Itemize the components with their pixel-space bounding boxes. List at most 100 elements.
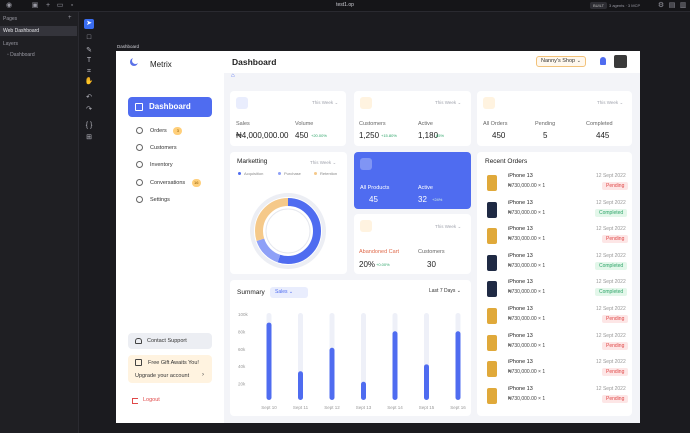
bar[interactable] — [392, 331, 398, 400]
period-select[interactable]: This Week ⌄ — [312, 100, 338, 106]
bar[interactable] — [455, 331, 461, 400]
order-row[interactable]: iPhone 13 ₦730,000.00 × 1 12 Sept 2022 Pend… — [477, 303, 634, 329]
sidebar: Metrix Dashboard Orders 3 Customers Inve… — [116, 51, 224, 423]
period-select[interactable]: This Week ⌄ — [435, 224, 461, 230]
order-row[interactable]: iPhone 13 ₦730,000.00 × 1 12 Sept 2022 Pend… — [477, 356, 634, 382]
completed-label: Completed — [586, 121, 613, 127]
active-label: Active — [418, 185, 433, 191]
upgrade-link[interactable]: Upgrade your account — [135, 373, 189, 379]
orders-count-badge: 3 — [173, 126, 183, 135]
frame-icon[interactable]: □ — [84, 33, 94, 43]
bar[interactable] — [298, 371, 303, 400]
grid-icon[interactable]: ⊞ — [84, 133, 94, 143]
phone-thumbnail — [487, 361, 497, 378]
order-product: iPhone 13 — [508, 252, 533, 259]
pen-icon[interactable]: ✎ — [84, 46, 94, 56]
sidebar-item-label: Settings — [150, 197, 170, 203]
plus-icon[interactable]: + — [68, 15, 72, 21]
sidebar-item-settings[interactable]: Settings — [136, 195, 170, 205]
crop-icon[interactable]: ⌗ — [84, 67, 94, 77]
cursor-icon[interactable]: ➤ — [84, 19, 94, 29]
bar[interactable] — [424, 364, 429, 400]
order-product: iPhone 13 — [508, 279, 533, 286]
sidebar-item-dashboard[interactable]: Dashboard — [128, 97, 212, 117]
logout-button[interactable]: Logout — [143, 397, 160, 403]
y-tick-label: 20k — [238, 382, 246, 387]
all-products-value: 45 — [369, 195, 378, 204]
bar[interactable] — [329, 347, 335, 400]
sidebar-item-label: Customers — [150, 145, 177, 151]
code-icon[interactable]: { } — [84, 121, 94, 131]
contact-support-label: Contact Support — [147, 338, 187, 344]
bar[interactable] — [266, 322, 272, 400]
order-row[interactable]: iPhone 13 ₦730,000.00 × 1 12 Sept 2022 Pend… — [477, 330, 634, 356]
brand-name: Metrix — [150, 60, 172, 69]
gift-icon — [135, 359, 142, 366]
phone-thumbnail — [487, 228, 497, 245]
sales-value: ₦4,000,000.00 — [236, 131, 289, 140]
hand-icon[interactable]: ✋ — [84, 77, 94, 87]
page-item[interactable]: Web Dashboard — [0, 26, 77, 36]
status-badge: Pending — [602, 368, 629, 377]
sidebar-item-orders[interactable]: Orders 3 — [136, 126, 183, 136]
layer-item[interactable]: ▫ Dashboard — [7, 52, 35, 58]
order-row[interactable]: iPhone 13 ₦730,000.00 × 1 12 Sept 2022 Comp… — [477, 197, 634, 223]
status-badge: Pending — [602, 341, 629, 350]
home-icon[interactable]: ⌂ — [231, 73, 235, 79]
period-select[interactable]: This Week ⌄ — [597, 100, 623, 106]
folder-icon — [136, 161, 143, 168]
x-tick-label: Sept 10 — [261, 405, 277, 410]
order-row[interactable]: iPhone 13 ₦730,000.00 × 1 12 Sept 2022 Comp… — [477, 276, 634, 302]
layout-icon[interactable]: ▤ — [668, 2, 676, 9]
phone-thumbnail — [487, 281, 497, 298]
order-price: ₦730,000.00 × 1 — [508, 209, 546, 216]
order-product: iPhone 13 — [508, 332, 533, 339]
sidebar-item-inventory[interactable]: Inventory — [136, 160, 173, 170]
abandoned-cart-value: 20% — [359, 260, 376, 269]
order-product: iPhone 13 — [508, 173, 533, 179]
users-icon — [136, 144, 143, 151]
order-row[interactable]: iPhone 13 ₦730,000.00 × 1 12 Sept 2022 Pend… — [477, 223, 634, 249]
marketing-donut-chart — [250, 193, 326, 269]
order-product: iPhone 13 — [508, 199, 533, 206]
pie-icon — [236, 97, 248, 109]
x-tick-label: Sept 11 — [293, 405, 309, 410]
cart-delta: +0.00% — [376, 262, 390, 267]
active-products-value: 32 — [418, 195, 427, 204]
order-price: ₦730,000.00 × 1 — [508, 342, 546, 349]
agents-status[interactable]: 3 agents · 3 MCP — [609, 2, 640, 9]
bar[interactable] — [361, 381, 366, 400]
redo-icon[interactable]: ↷ — [84, 105, 94, 115]
customers-value: 1,250 — [359, 131, 380, 140]
headset-icon — [135, 338, 142, 344]
title-bar: ◉ ▣ + ▭ ▫ test1.op BUILT 3 agents · 3 MC… — [0, 0, 690, 12]
mode-badge[interactable]: BUILT — [590, 2, 608, 9]
text-icon[interactable]: T — [84, 56, 94, 66]
app-window: ◉ ▣ + ▭ ▫ test1.op BUILT 3 agents · 3 MC… — [0, 0, 690, 433]
undo-icon[interactable]: ↶ — [84, 93, 94, 103]
all-products-label: All Products — [360, 185, 390, 191]
pages-heading: Pages — [3, 16, 18, 22]
order-row[interactable]: iPhone 13 ₦730,000.00 × 1 12 Sept 2022 Pend… — [477, 383, 634, 409]
contact-support-button[interactable]: Contact Support — [128, 333, 212, 349]
sidebar-item-conversations[interactable]: Conversations 16 — [136, 178, 201, 188]
order-date: 12 Sept 2022 — [596, 359, 626, 366]
bell-icon[interactable] — [600, 57, 606, 65]
settings-icon[interactable]: ⚙ — [657, 2, 665, 9]
sidebar-item-customers[interactable]: Customers — [136, 143, 177, 153]
y-tick-label: 100k — [238, 312, 249, 317]
sales-label: Sales — [236, 121, 250, 127]
period-select[interactable]: This Week ⌄ — [435, 100, 461, 106]
order-row[interactable]: iPhone 13 ₦730,000.00 × 1 12 Sept 2022 Pend… — [477, 170, 634, 196]
gift-banner[interactable]: Free Gift Awaits You! Upgrade your accou… — [128, 355, 212, 383]
shop-selector[interactable]: Nanny's Shop ⌄ — [536, 56, 586, 67]
layers-heading: Layers — [3, 41, 19, 47]
x-tick-label: Sept 16 — [450, 405, 466, 410]
conversations-count-badge: 16 — [191, 178, 201, 187]
phone-thumbnail — [487, 387, 497, 404]
order-row[interactable]: iPhone 13 ₦730,000.00 × 1 12 Sept 2022 Comp… — [477, 250, 634, 276]
panel-icon[interactable]: ▥ — [679, 2, 687, 9]
frame-label[interactable]: Dashboard — [117, 44, 139, 49]
sidebar-item-label: Conversations — [150, 180, 186, 186]
avatar[interactable] — [614, 55, 627, 68]
